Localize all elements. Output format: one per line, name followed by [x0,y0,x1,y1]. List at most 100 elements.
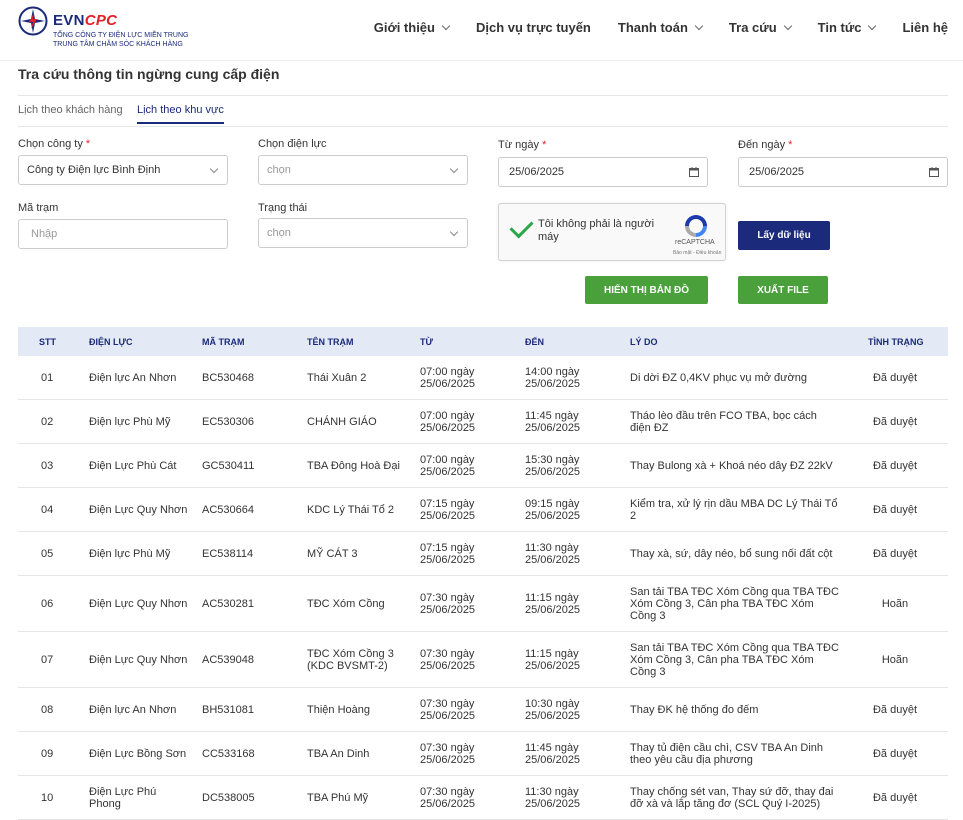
cell-den: 11:30 ngày 25/06/2025 [525,785,581,810]
table-row[interactable]: 03 Điện Lực Phù Cát GC530411 TBA Đông Hoà Đ… [18,444,948,488]
cell-tu: 07:30 ngày 25/06/2025 [420,647,476,672]
cell-tu: 07:30 ngày 25/06/2025 [420,697,476,722]
cell-stt: 02 [41,415,54,428]
cell-ten: TĐC Xóm Cồng [307,597,385,610]
outage-table: STT ĐIỆN LỰC MÃ TRẠM TÊN TRẠM TỪ ĐẾN LÝ … [18,327,948,820]
cell-ma: BC530468 [202,371,254,384]
table-row[interactable]: 02 Điện lực Phù Mỹ EC530306 CHÁNH GIÁO 07:00… [18,400,948,444]
col-header-ly-do[interactable]: LÝ DO [630,337,658,347]
tab-schedule-by-area[interactable]: Lịch theo khu vực [137,104,224,124]
cell-tu: 07:15 ngày 25/06/2025 [420,497,476,522]
cell-dl: Điện Lực Phú Phong [89,785,157,810]
evn-logo-icon [18,6,48,36]
cell-tu: 07:00 ngày 25/06/2025 [420,365,476,390]
recaptcha-logo-icon [685,215,707,237]
calendar-icon[interactable] [689,167,699,177]
evncpc-logo[interactable]: EVNCPC TỔNG CÔNG TY ĐIỆN LỰC MIỀN TRUNG … [18,6,193,52]
cell-ly: Di dời ĐZ 0,4KV phục vụ mở đường [630,371,807,384]
cell-den: 11:30 ngày 25/06/2025 [525,541,581,566]
cell-stt: 06 [41,597,54,610]
company-select[interactable]: Công ty Điện lực Bình Định [18,155,228,185]
cell-dl: Điện Lực Phù Cát [89,459,177,472]
chevron-down-icon [783,21,792,31]
cell-den: 10:30 ngày 25/06/2025 [525,697,581,722]
cell-tu: 07:15 ngày 25/06/2025 [420,541,476,566]
company-label: Chọn công ty * [18,138,91,150]
table-row[interactable]: 10 Điện Lực Phú Phong DC538005 TBA Phú Mỹ 07… [18,776,948,820]
cell-tu: 07:00 ngày 25/06/2025 [420,453,476,478]
nav-item[interactable]: Tra cứu [729,20,792,35]
col-header-ten-tram[interactable]: TÊN TRẠM [307,337,354,347]
matram-label: Mã trạm [18,202,59,214]
table-row[interactable]: 09 Điện Lực Bồng Sơn CC533168 TBA An Dinh 07… [18,732,948,776]
col-header-ma-tram[interactable]: MÃ TRẠM [202,337,245,347]
nav-item[interactable]: Thanh toán [618,20,704,35]
chevron-down-icon [209,164,219,174]
cell-stt: 09 [41,747,54,760]
cell-dl: Điện lực An Nhơn [89,371,177,384]
nav-item[interactable]: Tin tức [818,20,877,35]
col-header-den[interactable]: ĐẾN [525,337,544,347]
cell-den: 15:30 ngày 25/06/2025 [525,453,581,478]
cell-ten: Thái Xuân 2 [307,371,367,384]
col-header-tinh-trang[interactable]: TÌNH TRẠNG [868,337,924,347]
dienluc-select[interactable]: chọn [258,155,468,185]
cell-ten: CHÁNH GIÁO [307,415,377,428]
recaptcha-links[interactable]: Bảo mật - Điều khoản [673,250,721,256]
chevron-down-icon [449,227,459,237]
cell-ly: San tải TBA TĐC Xóm Cồng qua TBA TĐC Xóm… [630,641,839,678]
cell-dl: Điện Lực Quy Nhơn [89,597,188,610]
table-row[interactable]: 08 Điện lực An Nhơn BH531081 Thiện Hoàng 07:… [18,688,948,732]
nav-item-label: Giới thiệu [373,20,435,35]
chevron-down-icon [449,164,459,174]
nav-item[interactable]: Liên hệ [902,20,948,35]
nav-item-label: Liên hệ [902,20,948,35]
cell-ly: Thay xà, sứ, dây néo, bổ sung nối đất cộ… [630,547,833,560]
recaptcha-label: Tôi không phải là người máy [538,218,655,243]
matram-input[interactable]: Nhập [18,219,228,249]
status-label: Trạng thái [258,202,308,214]
checkmark-icon[interactable] [509,214,534,239]
cell-dl: Điện Lực Bồng Sơn [89,747,187,760]
cell-stt: 10 [41,791,54,804]
cell-ma: EC538114 [202,547,254,560]
tab-schedule-by-customer[interactable]: Lịch theo khách hàng [18,104,123,122]
table-row[interactable]: 05 Điện lực Phù Mỹ EC538114 MỸ CÁT 3 07:15 n… [18,532,948,576]
cell-ma: GC530411 [202,459,255,472]
col-header-tu[interactable]: TỪ [420,337,433,347]
cell-tu: 07:30 ngày 25/06/2025 [420,591,476,616]
recaptcha-widget[interactable]: Tôi không phải là người máy reCAPTCHA Bả… [498,203,726,261]
cell-ten: TBA Phú Mỹ [307,791,369,804]
get-data-button[interactable]: Lấy dữ liệu [738,221,830,250]
cell-tt: Hoãn [881,597,909,610]
cell-den: 11:15 ngày 25/06/2025 [525,591,581,616]
cell-ma: DC538005 [202,791,255,804]
cell-ten: TBA Đông Hoà Đại [307,459,400,472]
cell-tu: 07:00 ngày 25/06/2025 [420,409,476,434]
nav-item[interactable]: Giới thiệu [373,20,451,35]
from-date-label: Từ ngày * [498,139,547,151]
table-row[interactable]: 06 Điện Lực Quy Nhơn AC530281 TĐC Xóm Cồng 0… [18,576,948,632]
cell-stt: 05 [41,547,54,560]
table-row[interactable]: 07 Điện Lực Quy Nhơn AC539048 TĐC Xóm Cồng … [18,632,948,688]
col-header-dien-luc[interactable]: ĐIỆN LỰC [89,337,132,347]
nav-item[interactable]: Dịch vụ trực tuyến [476,20,591,35]
cell-tt: Đã duyệt [872,791,918,804]
from-date-input[interactable]: 25/06/2025 [498,157,708,187]
cell-tt: Đã duyệt [872,371,918,384]
status-select[interactable]: chọn [258,218,468,248]
cell-ly: Thay ĐK hệ thống đo đếm [630,703,759,716]
col-header-stt[interactable]: STT [39,337,56,347]
export-file-button[interactable]: XUẤT FILE [738,276,828,304]
show-map-button[interactable]: HIỂN THỊ BẢN ĐỒ [585,276,708,304]
cell-ten: MỸ CÁT 3 [307,547,358,560]
cell-stt: 01 [41,371,54,384]
to-date-input[interactable]: 25/06/2025 [738,157,948,187]
cell-tt: Đã duyệt [872,747,918,760]
divider [18,126,948,127]
cell-ten: TĐC Xóm Cồng 3 (KDC BVSMT-2) [307,647,394,672]
table-row[interactable]: 01 Điện lực An Nhơn BC530468 Thái Xuân 2 07:… [18,356,948,400]
table-row[interactable]: 04 Điện Lực Quy Nhơn AC530664 KDC Lý Thái T… [18,488,948,532]
calendar-icon[interactable] [929,167,939,177]
page-title: Tra cứu thông tin ngừng cung cấp điện [18,66,280,82]
